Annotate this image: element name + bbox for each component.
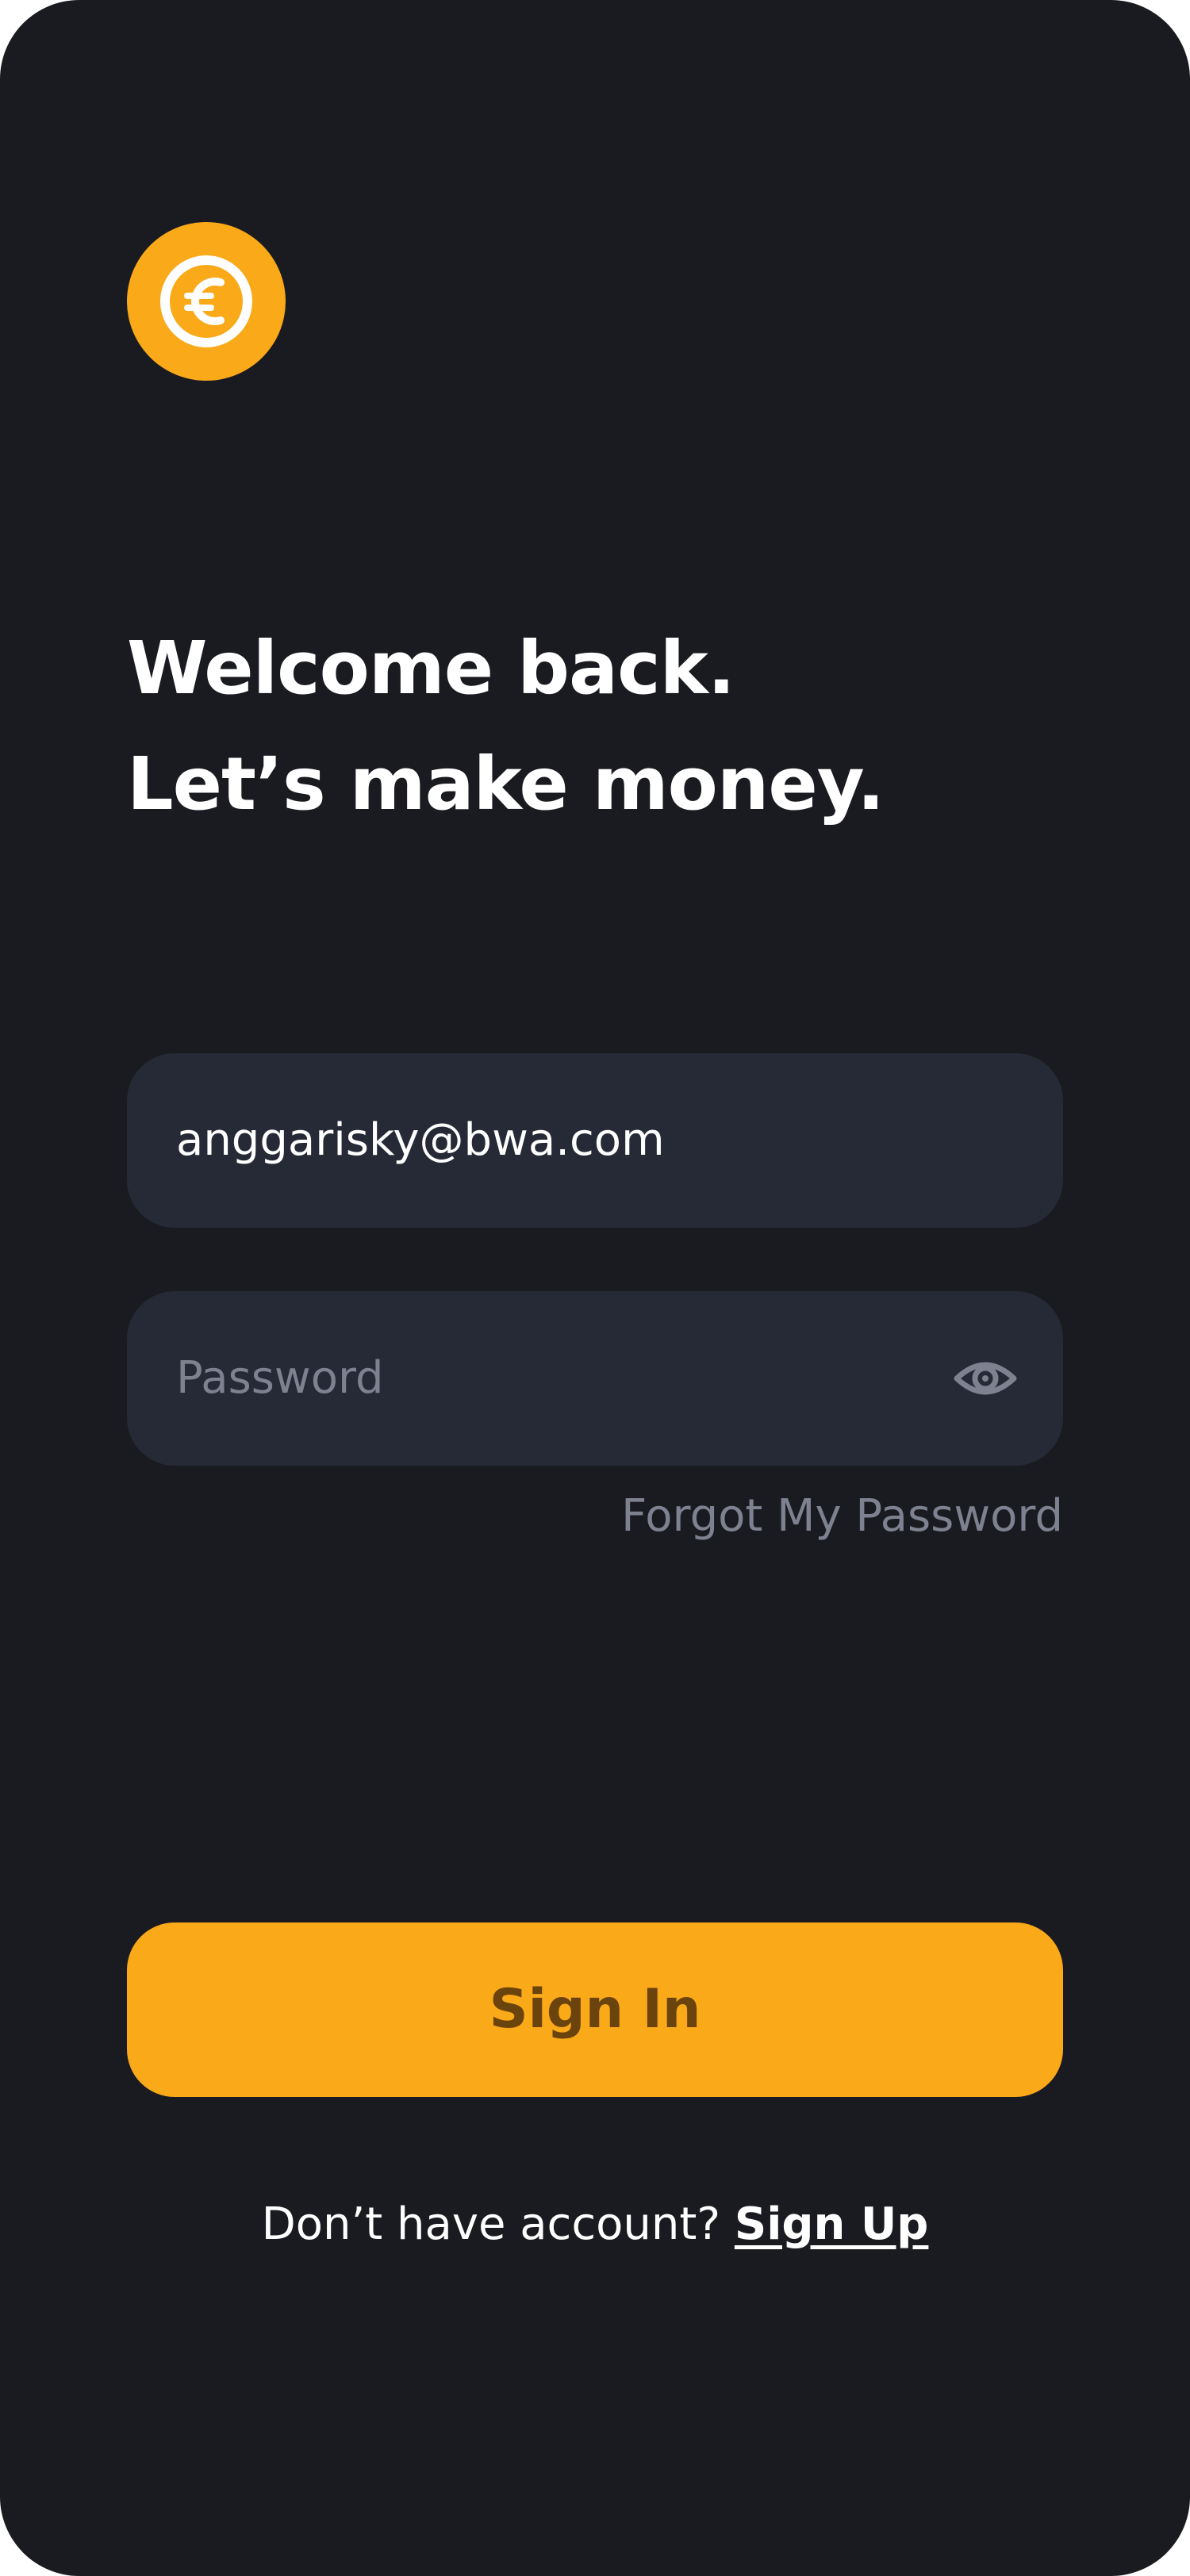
page-title: Welcome back. Let’s make money. [127,611,885,842]
email-field[interactable]: anggarisky@bwa.com [127,1053,1063,1228]
password-placeholder[interactable]: Password [176,1291,384,1466]
euro-coin-icon [160,255,252,347]
app-logo [127,222,286,381]
sign-up-link[interactable]: Sign Up [735,2198,929,2250]
headline-line-1: Welcome back. [127,626,735,711]
email-value[interactable]: anggarisky@bwa.com [176,1053,665,1228]
eye-icon[interactable] [952,1345,1019,1412]
signup-prompt: Don’t have account? Sign Up [0,2189,1190,2260]
forgot-password-link[interactable]: Forgot My Password [621,1485,1063,1548]
headline-line-2: Let’s make money. [127,742,885,826]
signup-prompt-text: Don’t have account? [261,2198,721,2250]
sign-in-screen: Welcome back. Let’s make money. anggaris… [0,0,1190,2576]
password-field[interactable]: Password [127,1291,1063,1466]
sign-in-button[interactable]: Sign In [127,1922,1063,2097]
